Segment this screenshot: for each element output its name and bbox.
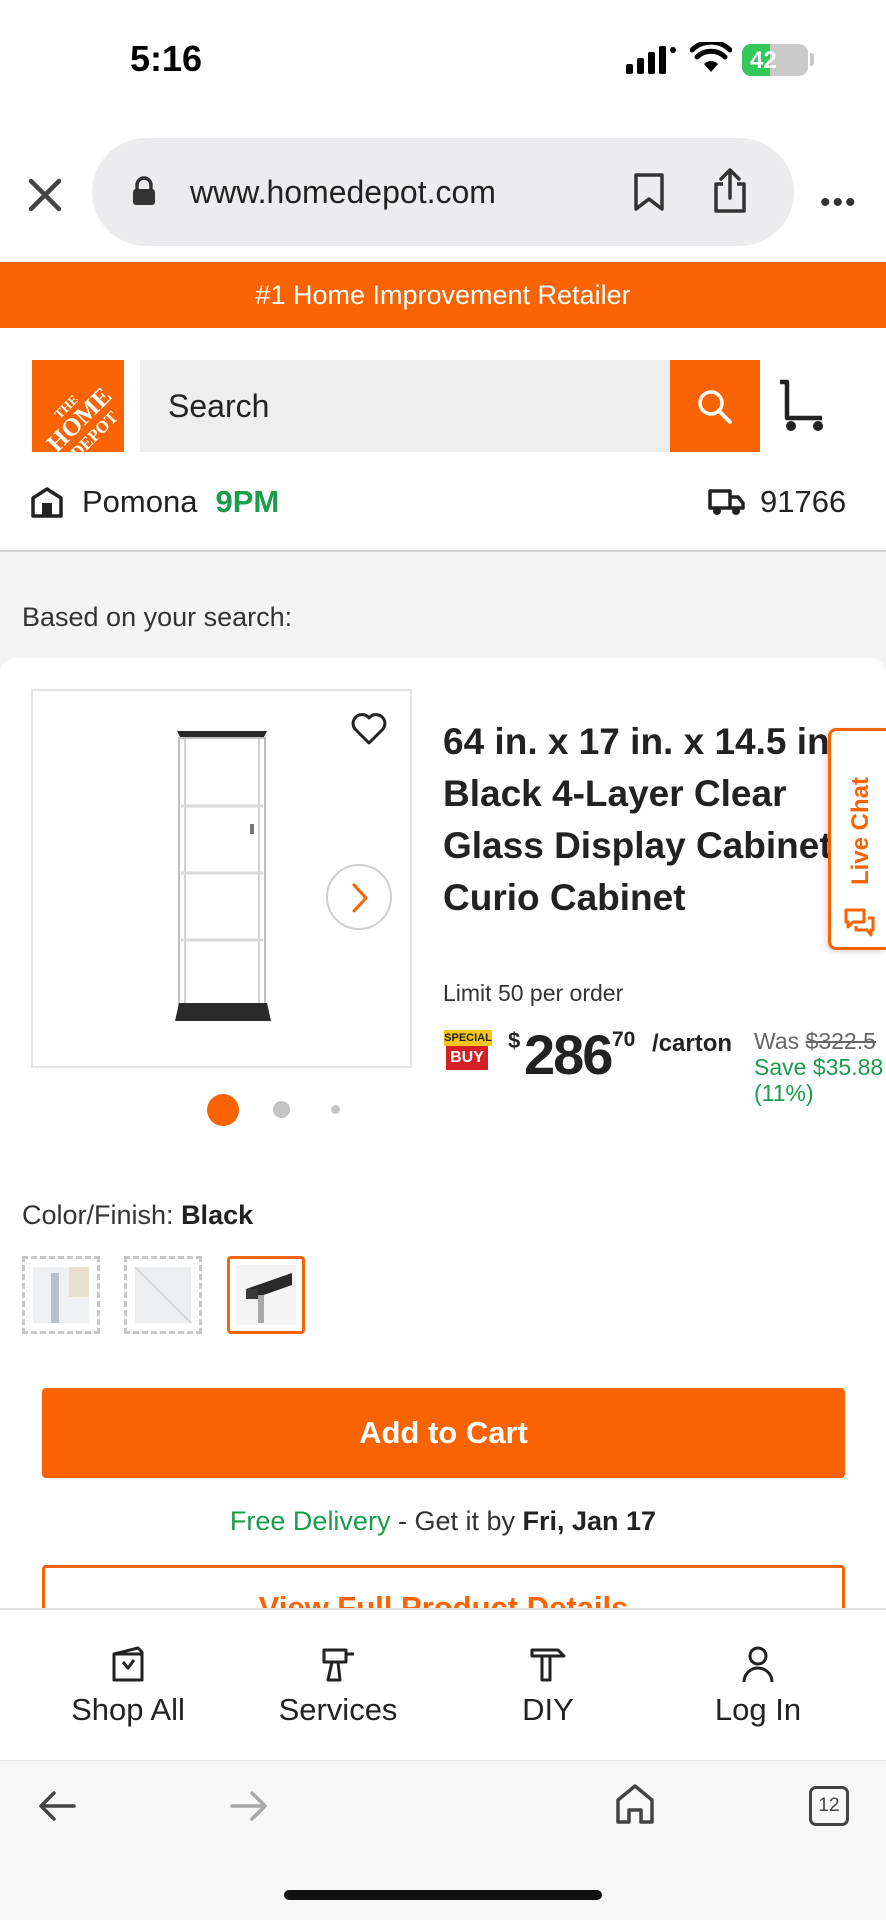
battery-indicator: 42 <box>742 44 808 76</box>
savings-percent: (11%) <box>754 1080 814 1106</box>
address-bar[interactable]: www.homedepot.com <box>92 138 794 246</box>
savings-amount: Save $35.88 <box>754 1054 884 1080</box>
back-arrow-icon[interactable] <box>38 1788 78 1824</box>
home-depot-logo[interactable]: THE HOME DEPOT <box>32 360 124 452</box>
swatch-image <box>134 1266 192 1324</box>
zip-code: 91766 <box>760 484 847 519</box>
clock: 5:16 <box>130 38 203 79</box>
more-options-icon[interactable]: ••• <box>820 186 858 220</box>
price-unit: /carton <box>652 1030 733 1057</box>
swatch-image <box>236 1265 296 1325</box>
home-indicator <box>284 1890 602 1900</box>
section-label: Based on your search: <box>22 602 293 632</box>
add-to-cart-button[interactable]: Add to Cart <box>42 1388 845 1478</box>
signal-icon <box>626 46 676 74</box>
carousel-dot[interactable] <box>273 1101 290 1118</box>
free-delivery: Free Delivery <box>229 1506 391 1536</box>
truck-icon <box>708 489 745 515</box>
search-placeholder: Search <box>168 388 270 424</box>
color-swatch-clear[interactable] <box>22 1256 100 1334</box>
color-finish-label: Color/Finish: Black <box>22 1200 254 1230</box>
live-chat-label: Live Chat <box>847 776 874 886</box>
color-swatch-silver[interactable] <box>124 1256 202 1334</box>
was-label: Was <box>754 1028 800 1054</box>
share-icon[interactable] <box>712 168 748 214</box>
product-title[interactable]: 64 in. x 17 in. x 14.5 in. Black 4-Layer… <box>443 716 843 924</box>
nav-shop-all[interactable]: Shop All <box>18 1610 238 1762</box>
battery-tip <box>810 53 814 66</box>
forward-arrow-icon[interactable] <box>228 1788 268 1824</box>
store-selector[interactable]: Pomona 9PM <box>30 482 279 522</box>
cart-icon[interactable] <box>776 378 832 434</box>
promo-banner: #1 Home Improvement Retailer <box>0 262 886 328</box>
favorite-heart-icon[interactable] <box>350 712 388 746</box>
nav-services[interactable]: Services <box>228 1610 448 1762</box>
was-price: $322.5 <box>805 1028 876 1054</box>
status-bar: 5:16 42 <box>0 0 886 120</box>
color-swatch-black[interactable] <box>227 1256 305 1334</box>
wifi-icon <box>690 42 732 72</box>
delivery-zip[interactable]: 91766 <box>708 482 846 522</box>
swatch-image <box>33 1267 89 1323</box>
hammer-icon <box>530 1648 566 1682</box>
store-name: Pomona <box>82 484 198 519</box>
live-chat-button[interactable]: Live Chat <box>828 728 886 950</box>
special-buy-badge: SPECIAL BUY <box>444 1030 492 1072</box>
search-icon <box>698 390 732 424</box>
chat-bubble-icon <box>844 908 875 937</box>
color-finish-value: Black <box>181 1200 254 1230</box>
nav-log-in[interactable]: Log In <box>648 1610 868 1762</box>
bookmark-icon[interactable] <box>632 172 666 212</box>
drill-icon <box>322 1648 354 1682</box>
next-image-button[interactable] <box>326 864 392 930</box>
delivery-info: Free Delivery - Get it by Fri, Jan 17 <box>229 1506 657 1536</box>
lock-icon <box>133 176 155 205</box>
order-limit: Limit 50 per order <box>443 980 624 1006</box>
logo-text: THE HOME DEPOT <box>42 382 122 452</box>
home-icon[interactable] <box>614 1782 656 1826</box>
battery-text: 42 <box>750 47 777 74</box>
delivery-date: Fri, Jan 17 <box>522 1506 657 1536</box>
bottom-nav: Shop All Services DIY Log In <box>0 1608 886 1760</box>
url-text: www.homedepot.com <box>190 174 496 210</box>
shop-all-icon <box>112 1646 144 1682</box>
search-button[interactable] <box>670 360 760 452</box>
store-hours: 9PM <box>215 484 280 519</box>
chevron-right-icon <box>352 883 368 913</box>
search-input[interactable]: Search <box>140 360 672 452</box>
carousel-dot-active[interactable] <box>207 1094 239 1126</box>
nav-diy[interactable]: DIY <box>438 1610 658 1762</box>
carousel-dot[interactable] <box>331 1105 340 1114</box>
was-price-block: Was $322.5 Save $35.88 (11%) <box>754 1028 883 1106</box>
browser-toolbar: www.homedepot.com ••• <box>0 130 886 260</box>
user-icon <box>742 1646 774 1683</box>
close-icon[interactable] <box>26 176 64 214</box>
store-icon <box>31 487 63 518</box>
tabs-button[interactable]: 12 <box>809 1786 849 1826</box>
